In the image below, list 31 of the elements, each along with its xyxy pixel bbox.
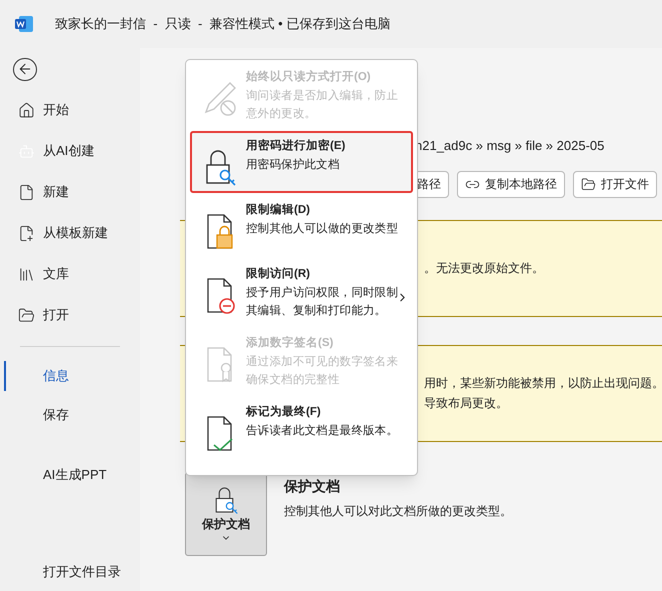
menu-item[interactable]: 限制访问(R) 授予用户访问权限，同时限制其编辑、复制和打印能力。 — [190, 259, 413, 326]
menu-item[interactable]: 用密码进行加密(E) 用密码保护此文档 — [190, 131, 413, 193]
sidebar-item[interactable]: 开始 — [0, 90, 140, 131]
banner-text: 导致布局更改。 — [424, 395, 509, 412]
document-icon — [18, 184, 35, 201]
window-title: 致家长的一封信 - 只读 - 兼容性模式 • 已保存到这台电脑 — [55, 15, 390, 34]
home-icon — [18, 102, 35, 119]
books-icon — [18, 266, 35, 283]
document-plus-icon — [18, 224, 35, 242]
back-button[interactable] — [13, 58, 37, 81]
banner-text: 用时，某些新功能被禁用，以防止出现问题。 — [424, 375, 662, 392]
sidebar-item[interactable]: 保存 — [0, 395, 140, 434]
sidebar-item[interactable]: 打开 — [0, 294, 140, 336]
sidebar-item[interactable]: 文库 — [0, 254, 140, 295]
word-logo-icon — [15, 16, 33, 32]
path-button[interactable]: 打开文件 — [573, 170, 657, 198]
section-description: 控制其他人可以对此文档所做的更改类型。 — [284, 502, 512, 520]
menu-item[interactable]: 限制编辑(D) 控制其他人可以做的更改类型 — [190, 195, 413, 257]
sidebar-item[interactable]: 新建 — [0, 172, 140, 213]
sidebar-item[interactable]: 从模板新建 — [0, 212, 140, 254]
menu-item[interactable]: 标记为最终(F) 告诉读者此文档是最终版本。 — [190, 397, 413, 459]
sidebar-item[interactable]: AI生成PPT — [0, 456, 140, 494]
sidebar-item[interactable]: 从AI创建 — [0, 130, 140, 172]
section-title: 保护文档 — [284, 476, 341, 496]
protect-document-button[interactable]: 保护文档 — [185, 472, 267, 556]
banner-text: 。无法更改原始文件。 — [424, 260, 545, 277]
folder-icon — [581, 176, 596, 192]
path-button[interactable]: 复制本地路径 — [457, 170, 565, 198]
sidebar-item[interactable]: 打开文件目录 — [0, 552, 140, 591]
folder-icon — [18, 306, 35, 324]
sidebar-item[interactable]: 信息 — [0, 356, 140, 396]
